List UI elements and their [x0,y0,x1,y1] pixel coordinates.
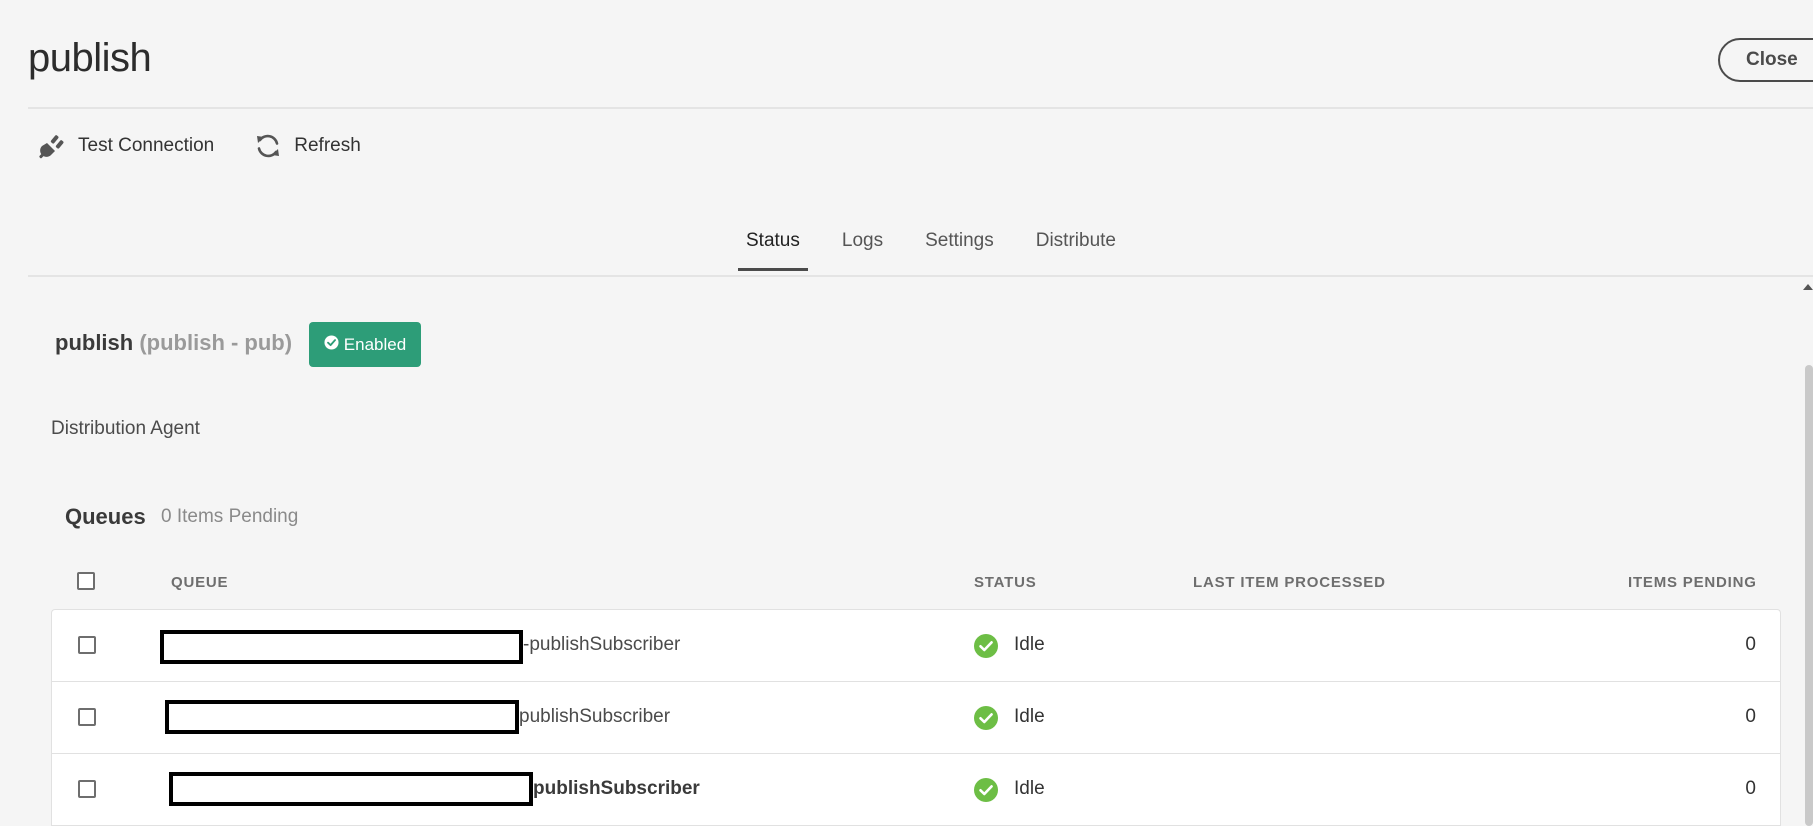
page-title: publish [28,36,152,80]
table-row[interactable]: publishSubscriber Idle 0 [52,754,1780,826]
tab-settings[interactable]: Settings [917,224,1002,266]
select-all-checkbox[interactable] [77,572,95,590]
redacted-queue-name [160,630,523,664]
scrollbar-thumb[interactable] [1805,365,1813,826]
refresh-icon [254,132,282,160]
row-checkbox[interactable] [78,708,96,726]
test-connection-label: Test Connection [78,135,215,156]
column-header-last-item[interactable]: LAST ITEM PROCESSED [1193,574,1386,591]
column-header-status[interactable]: STATUS [974,574,1037,591]
row-checkbox[interactable] [78,780,96,798]
test-connection-button[interactable]: Test Connection [38,132,214,160]
close-button[interactable]: Close [1718,38,1813,82]
check-circle-icon [974,634,998,663]
queue-status: Idle [1014,706,1045,727]
status-badge: Enabled [309,322,421,367]
header-divider [28,107,1813,109]
tab-logs[interactable]: Logs [834,224,891,266]
queue-status: Idle [1014,778,1045,799]
queue-name[interactable]: publishSubscriber [519,706,670,728]
tabs-divider [28,275,1813,277]
queue-items-pending: 0 [1745,634,1756,655]
queue-table: -publishSubscriber Idle 0 publishSubscri… [51,609,1781,826]
queue-name[interactable]: -publishSubscriber [523,634,680,656]
check-circle-icon [324,334,344,355]
agent-name: publish [55,330,134,355]
scroll-up-arrow[interactable] [1803,284,1813,290]
agent-subtitle: (publish - pub) [139,330,293,355]
toolbar: Test Connection Refresh [38,128,361,164]
agent-title: publish (publish - pub) [55,330,292,356]
refresh-button[interactable]: Refresh [254,132,361,160]
queue-status: Idle [1014,634,1045,655]
check-circle-icon [974,778,998,807]
check-circle-icon [974,706,998,735]
redacted-queue-name [165,700,519,734]
plug-icon [38,132,66,160]
table-row[interactable]: -publishSubscriber Idle 0 [52,610,1780,682]
row-checkbox[interactable] [78,636,96,654]
tab-bar: Status Logs Settings Distribute [738,224,1150,271]
queue-items-pending: 0 [1745,778,1756,799]
refresh-label: Refresh [294,135,361,156]
queue-name[interactable]: publishSubscriber [533,778,700,800]
column-header-items-pending[interactable]: ITEMS PENDING [1628,574,1757,591]
agent-type: Distribution Agent [51,418,200,439]
queue-items-pending: 0 [1745,706,1756,727]
tab-distribute[interactable]: Distribute [1028,224,1124,266]
table-row[interactable]: publishSubscriber Idle 0 [52,682,1780,754]
tab-status[interactable]: Status [738,224,808,271]
queues-pending-summary: 0 Items Pending [161,506,299,527]
status-badge-label: Enabled [343,334,407,354]
queues-title: Queues [65,504,146,529]
redacted-queue-name [169,772,533,806]
column-header-queue[interactable]: QUEUE [171,574,228,591]
